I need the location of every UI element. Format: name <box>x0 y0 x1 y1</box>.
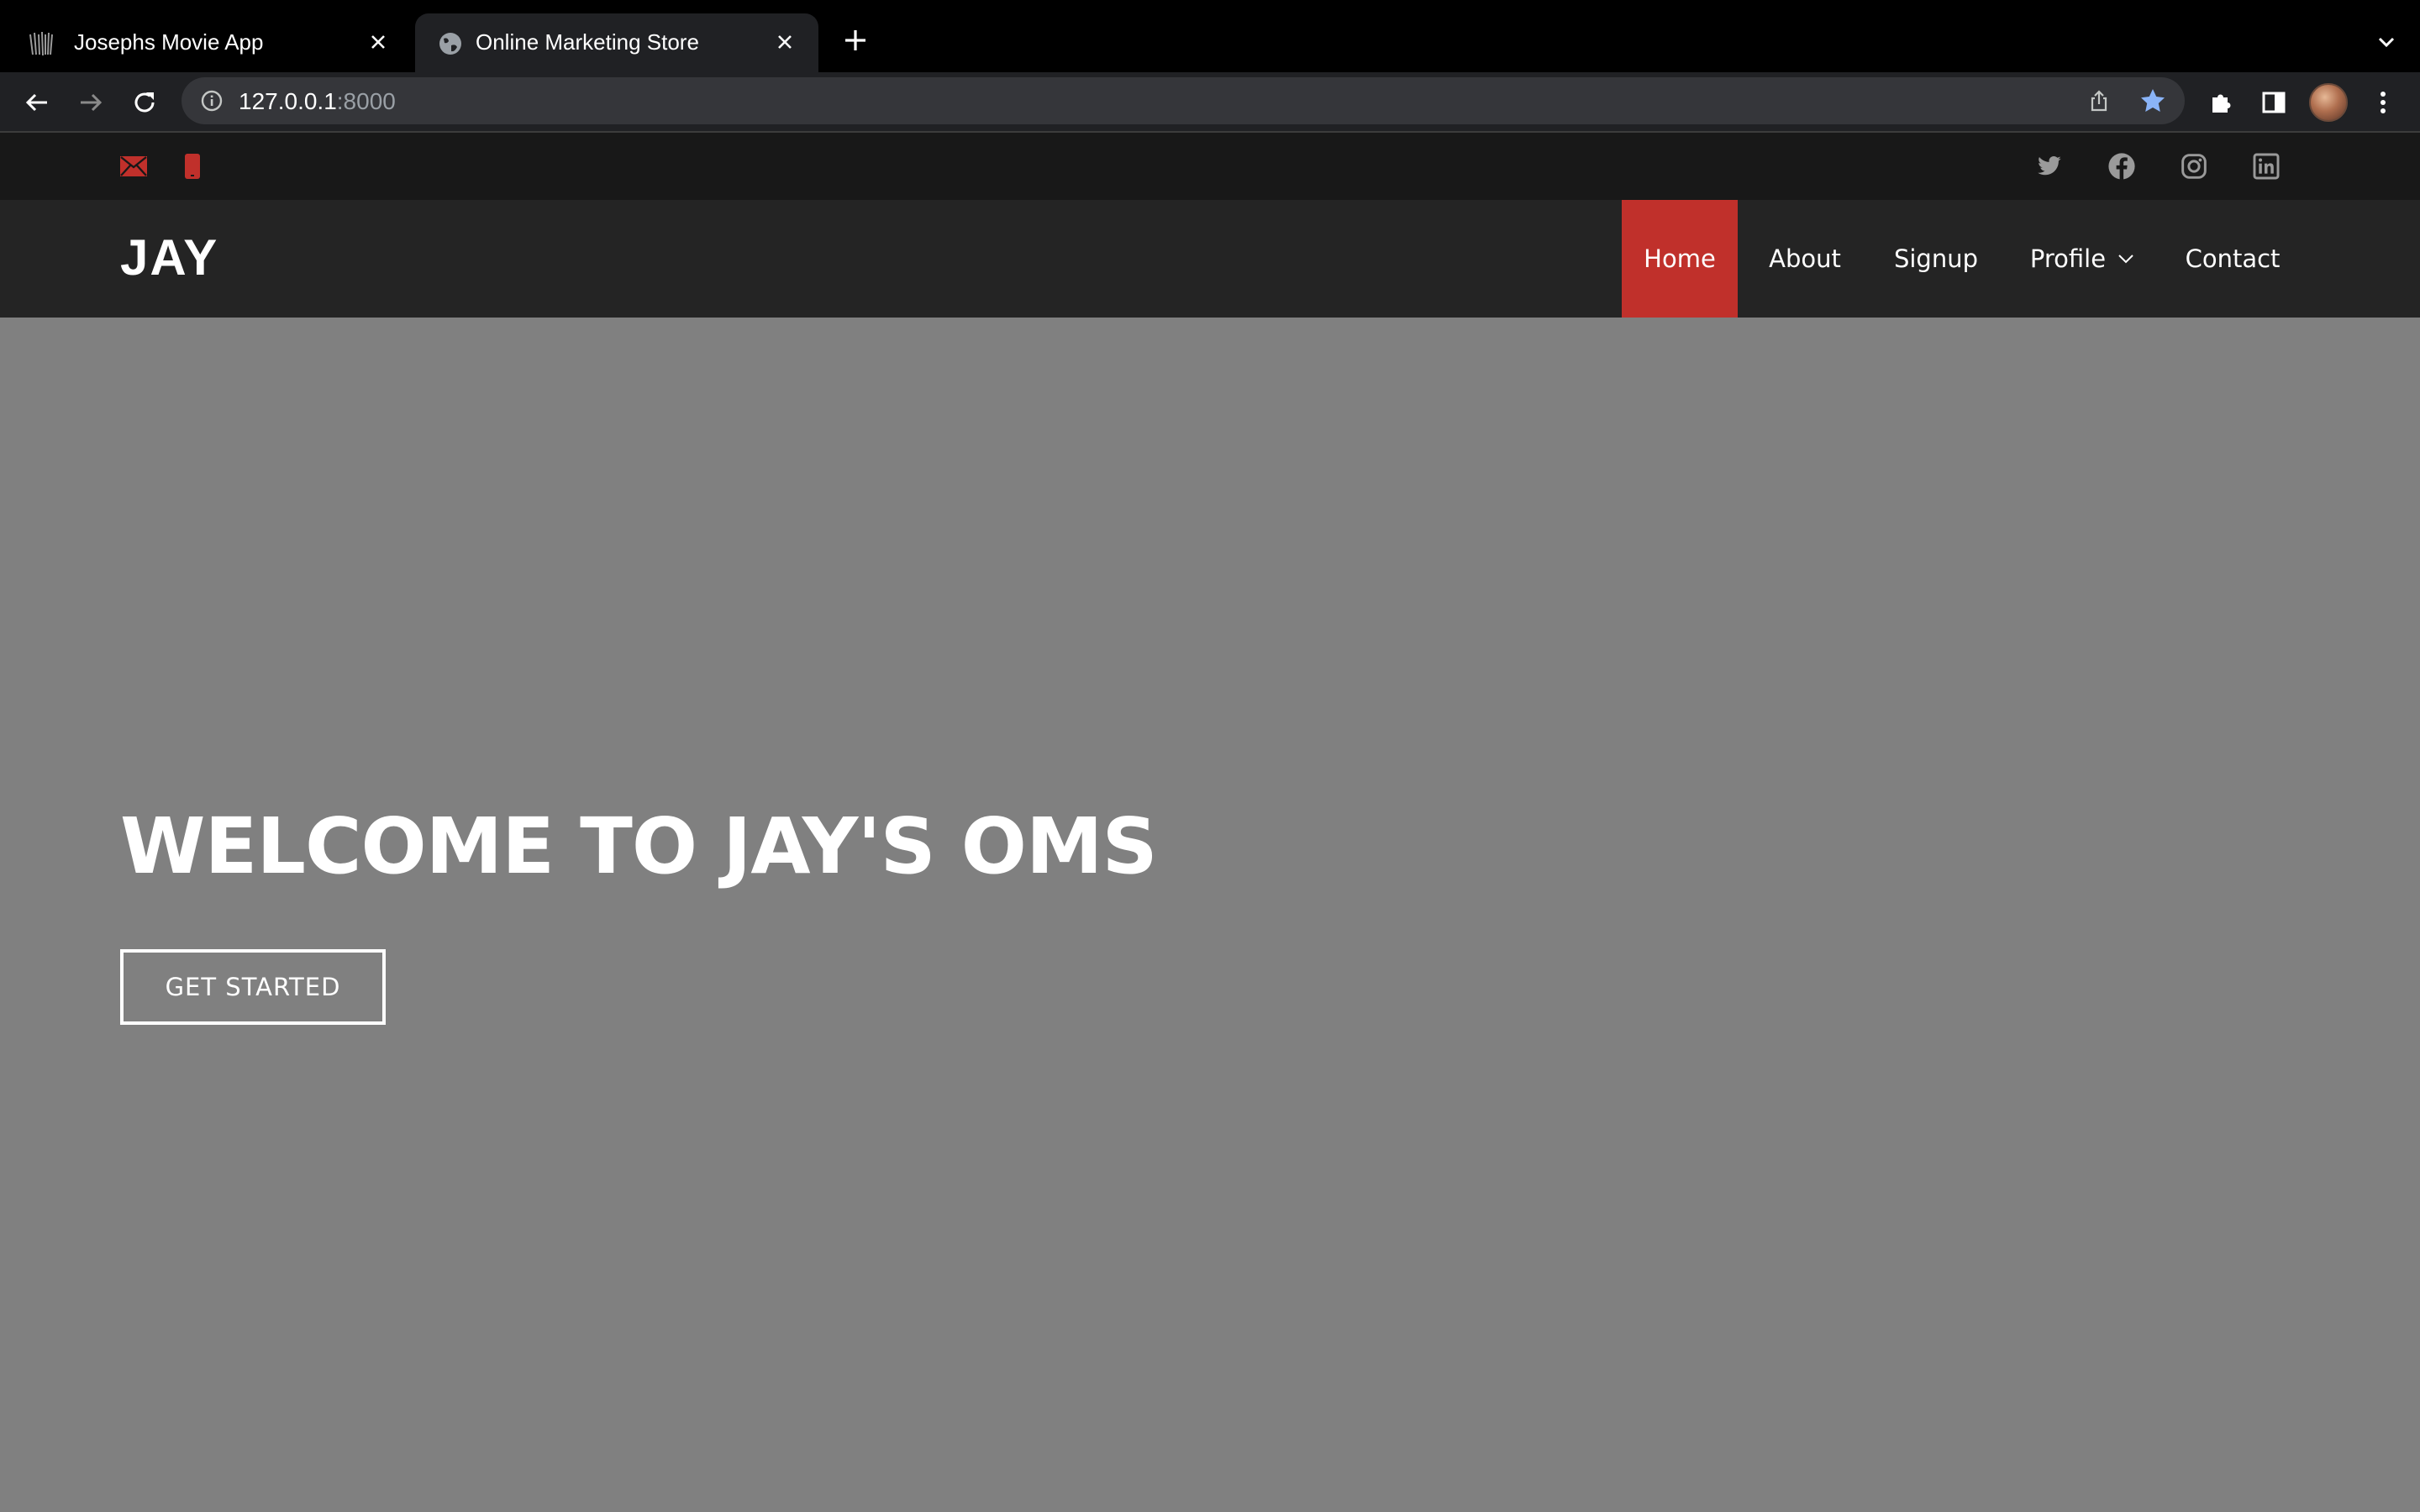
nav-contact[interactable]: Contact <box>2175 200 2291 318</box>
tab-online-marketing-store[interactable]: Online Marketing Store <box>415 13 818 72</box>
get-started-label: GET STARTED <box>165 973 341 1001</box>
tab-title: Online Marketing Store <box>476 29 699 55</box>
get-started-button[interactable]: GET STARTED <box>120 949 386 1025</box>
nav-profile[interactable]: Profile <box>2020 200 2144 318</box>
hero-title: WELCOME TO JAY'S OMS <box>120 801 1158 891</box>
back-arrow-icon[interactable] <box>17 82 57 123</box>
close-tab-icon[interactable] <box>768 25 802 59</box>
instagram-icon[interactable] <box>2177 150 2211 183</box>
profile-avatar[interactable] <box>2309 83 2348 122</box>
nav-contact-label: Contact <box>2185 244 2281 273</box>
site-topbar <box>0 133 2420 200</box>
tab-title: Josephs Movie App <box>74 29 264 55</box>
more-options-icon[interactable] <box>2363 82 2403 123</box>
browser-toolbar: 127.0.0.1:8000 <box>0 72 2420 133</box>
nav-about-label: About <box>1769 244 1841 273</box>
movie-app-favicon-icon <box>27 29 57 59</box>
url-text: 127.0.0.1:8000 <box>239 88 396 115</box>
globe-icon <box>435 29 466 59</box>
extensions-puzzle-icon[interactable] <box>2202 82 2242 123</box>
facebook-icon[interactable] <box>2105 150 2139 183</box>
twitter-icon[interactable] <box>2033 150 2066 183</box>
forward-arrow-icon[interactable] <box>71 82 111 123</box>
url-port: :8000 <box>336 88 396 114</box>
nav-profile-label: Profile <box>2029 244 2107 273</box>
nav-signup-label: Signup <box>1893 244 1979 273</box>
close-tab-icon[interactable] <box>361 25 395 59</box>
nav-home-label: Home <box>1644 244 1716 273</box>
tab-josephs-movie-app[interactable]: Josephs Movie App <box>0 13 412 72</box>
side-panel-icon[interactable] <box>2254 82 2294 123</box>
site-info-icon[interactable] <box>198 87 225 114</box>
linkedin-icon[interactable] <box>2249 150 2283 183</box>
hero-section: WELCOME TO JAY'S OMS GET STARTED <box>0 318 2420 1512</box>
site-header: JAY Home About Signup Profile Contact <box>0 200 2420 318</box>
phone-icon <box>177 151 208 181</box>
new-tab-plus-icon[interactable] <box>837 22 874 59</box>
nav-signup[interactable]: Signup <box>1882 200 1990 318</box>
browser-tabstrip: Josephs Movie App Online Marketing Store <box>0 0 2420 72</box>
envelope-icon <box>118 151 149 181</box>
url-host: 127.0.0.1 <box>239 88 337 114</box>
site-logo[interactable]: JAY <box>120 228 218 286</box>
chevron-down-icon <box>2118 254 2134 264</box>
nav-home[interactable]: Home <box>1622 200 1738 318</box>
share-icon[interactable] <box>2084 86 2114 116</box>
tab-search-chevron-icon[interactable] <box>2368 24 2405 60</box>
reload-icon[interactable] <box>124 82 165 123</box>
nav-about[interactable]: About <box>1758 200 1852 318</box>
address-bar[interactable]: 127.0.0.1:8000 <box>182 77 2185 124</box>
bookmark-star-icon[interactable] <box>2138 86 2168 116</box>
